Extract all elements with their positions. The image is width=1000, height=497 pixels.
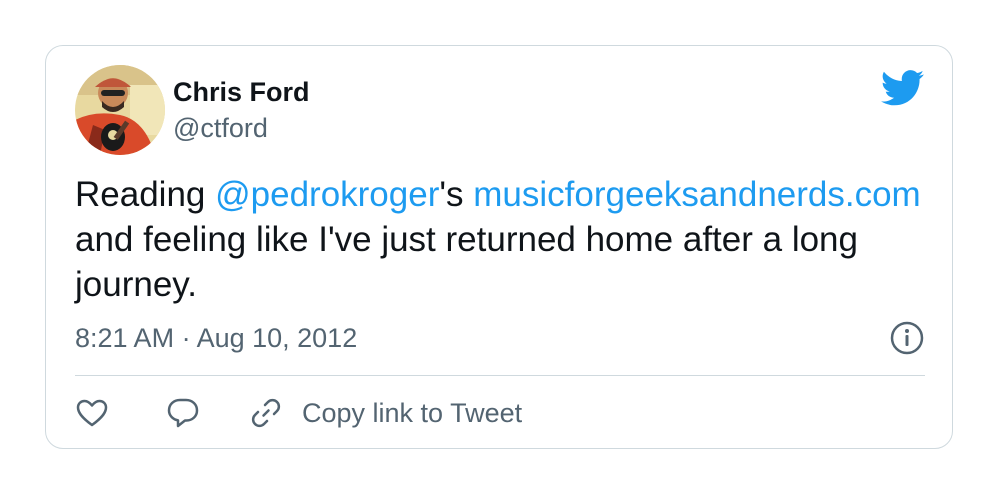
copy-link-label: Copy link to Tweet bbox=[302, 398, 523, 428]
twitter-bird-icon[interactable] bbox=[881, 70, 925, 106]
author-handle[interactable]: @ctford bbox=[173, 112, 268, 144]
tweet-text-suffix: and feeling like I've just returned home… bbox=[75, 220, 858, 304]
tweet-timestamp[interactable]: 8:21 AM · Aug 10, 2012 bbox=[75, 322, 357, 354]
info-icon[interactable] bbox=[890, 321, 924, 355]
heart-icon[interactable] bbox=[75, 396, 109, 430]
copy-link-button[interactable]: Copy link to Tweet bbox=[249, 396, 522, 430]
tweet-text-prefix: Reading bbox=[75, 175, 216, 214]
reply-icon[interactable] bbox=[166, 396, 200, 430]
tweet-text-possessive: 's bbox=[439, 175, 474, 214]
author-name[interactable]: Chris Ford bbox=[173, 76, 310, 108]
tweet-text: Reading @pedrokroger's musicforgeeksandn… bbox=[75, 172, 925, 307]
link-icon bbox=[251, 398, 281, 428]
divider bbox=[75, 375, 925, 376]
avatar-image bbox=[75, 65, 165, 155]
url-link[interactable]: musicforgeeksandnerds.com bbox=[473, 175, 920, 214]
avatar[interactable] bbox=[75, 65, 165, 155]
mention-link[interactable]: @pedrokroger bbox=[215, 175, 439, 214]
tweet-card: Chris Ford @ctford Reading @pedrokroger'… bbox=[45, 45, 953, 449]
